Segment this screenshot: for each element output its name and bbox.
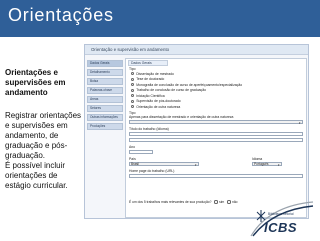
sidebar-text: Registrar orientações e supervisões em a… <box>5 111 82 160</box>
chevron-down-icon: ▼ <box>194 163 197 167</box>
option-label: Orientação de outra natureza <box>136 104 181 109</box>
pais-value: Brasil <box>131 162 139 166</box>
idioma-label: Idioma <box>252 157 263 161</box>
homepage-input[interactable] <box>129 174 303 178</box>
sidebar-note: É possível incluir orientações de estági… <box>5 161 68 190</box>
ano-label: Ano <box>129 145 136 149</box>
radio-icon[interactable] <box>131 94 135 98</box>
sidebar-heading: Orientações e supervisões em andamento <box>5 68 66 97</box>
tab-dados-gerais[interactable]: Dados Gerais <box>128 60 168 66</box>
nav-item-bolsa[interactable]: Bolsa <box>87 78 123 85</box>
pais-label: País <box>129 157 136 161</box>
option-label: Supervisão de pós-doutorado <box>136 99 181 104</box>
form-panel: Dados Gerais Tipo Dissertação de mestrad… <box>125 58 307 218</box>
idioma-select[interactable]: Português ▼ <box>252 162 282 167</box>
nav-item-areas[interactable]: Áreas <box>87 96 123 103</box>
subtipo-hint: Apenas para dissertação de mestrado e or… <box>129 115 234 119</box>
homepage-label: Home page do trabalho (URL) <box>129 169 175 173</box>
radio-icon[interactable] <box>131 72 135 76</box>
option-label: Monografia de conclusão de curso de aper… <box>136 82 243 87</box>
titulo-input-secondary[interactable] <box>129 138 303 142</box>
titulo-label: Título do trabalho (Idioma) <box>129 127 169 131</box>
form-window: Orientação e supervisão em andamento Dad… <box>84 44 309 219</box>
radio-yes-icon[interactable] <box>214 200 218 204</box>
radio-icon[interactable] <box>131 99 135 103</box>
yes-label: sim <box>219 200 225 204</box>
tipo-option[interactable]: Orientação de outra natureza <box>131 104 301 110</box>
option-label: Tese de doutorado <box>136 77 165 82</box>
slide-title: Orientações <box>8 5 114 25</box>
nav-item-palavras-chave[interactable]: Palavras-chave <box>87 87 123 94</box>
nav-item-dados-gerais[interactable]: Dados Gerais <box>87 60 123 67</box>
titulo-input[interactable] <box>129 132 303 136</box>
radio-icon[interactable] <box>131 88 135 92</box>
tipo-options: Dissertação de mestrado Tese de doutorad… <box>131 71 301 110</box>
chevron-down-icon: ▼ <box>277 163 280 167</box>
pais-select[interactable]: Brasil ▼ <box>129 162 199 167</box>
ano-input[interactable] <box>129 150 153 154</box>
chevron-down-icon: ▼ <box>298 121 301 125</box>
radio-icon[interactable] <box>131 77 135 81</box>
radio-icon[interactable] <box>131 83 135 87</box>
nav-item-setores[interactable]: Setores <box>87 105 123 112</box>
sidebar-description: Orientações e supervisões em andamento R… <box>5 68 83 191</box>
radio-icon[interactable] <box>131 105 135 109</box>
radio-no-icon[interactable] <box>227 200 231 204</box>
logo-text: ICBS <box>264 220 298 235</box>
window-title: Orientação e supervisão em andamento <box>85 45 308 55</box>
form-nav: Dados Gerais Detalhamento Bolsa Palavras… <box>87 60 123 132</box>
nav-item-detalhamento[interactable]: Detalhamento <box>87 69 123 76</box>
idioma-value: Português <box>254 162 269 166</box>
subtipo-select[interactable]: ▼ <box>129 120 303 125</box>
logo-subtitle: Biblioteca Setorial <box>268 212 294 216</box>
question-text: É um dos 5 trabalhos mais relevantes de … <box>129 200 212 204</box>
option-label: Trabalho de conclusão de curso de gradua… <box>136 88 206 93</box>
nav-item-outras-informacoes[interactable]: Outras informações <box>87 114 123 121</box>
nav-item-producoes[interactable]: Produções <box>87 123 123 130</box>
option-label: Dissertação de mestrado <box>136 71 174 76</box>
no-label: não <box>232 200 238 204</box>
option-label: Iniciação Científica <box>136 93 165 98</box>
